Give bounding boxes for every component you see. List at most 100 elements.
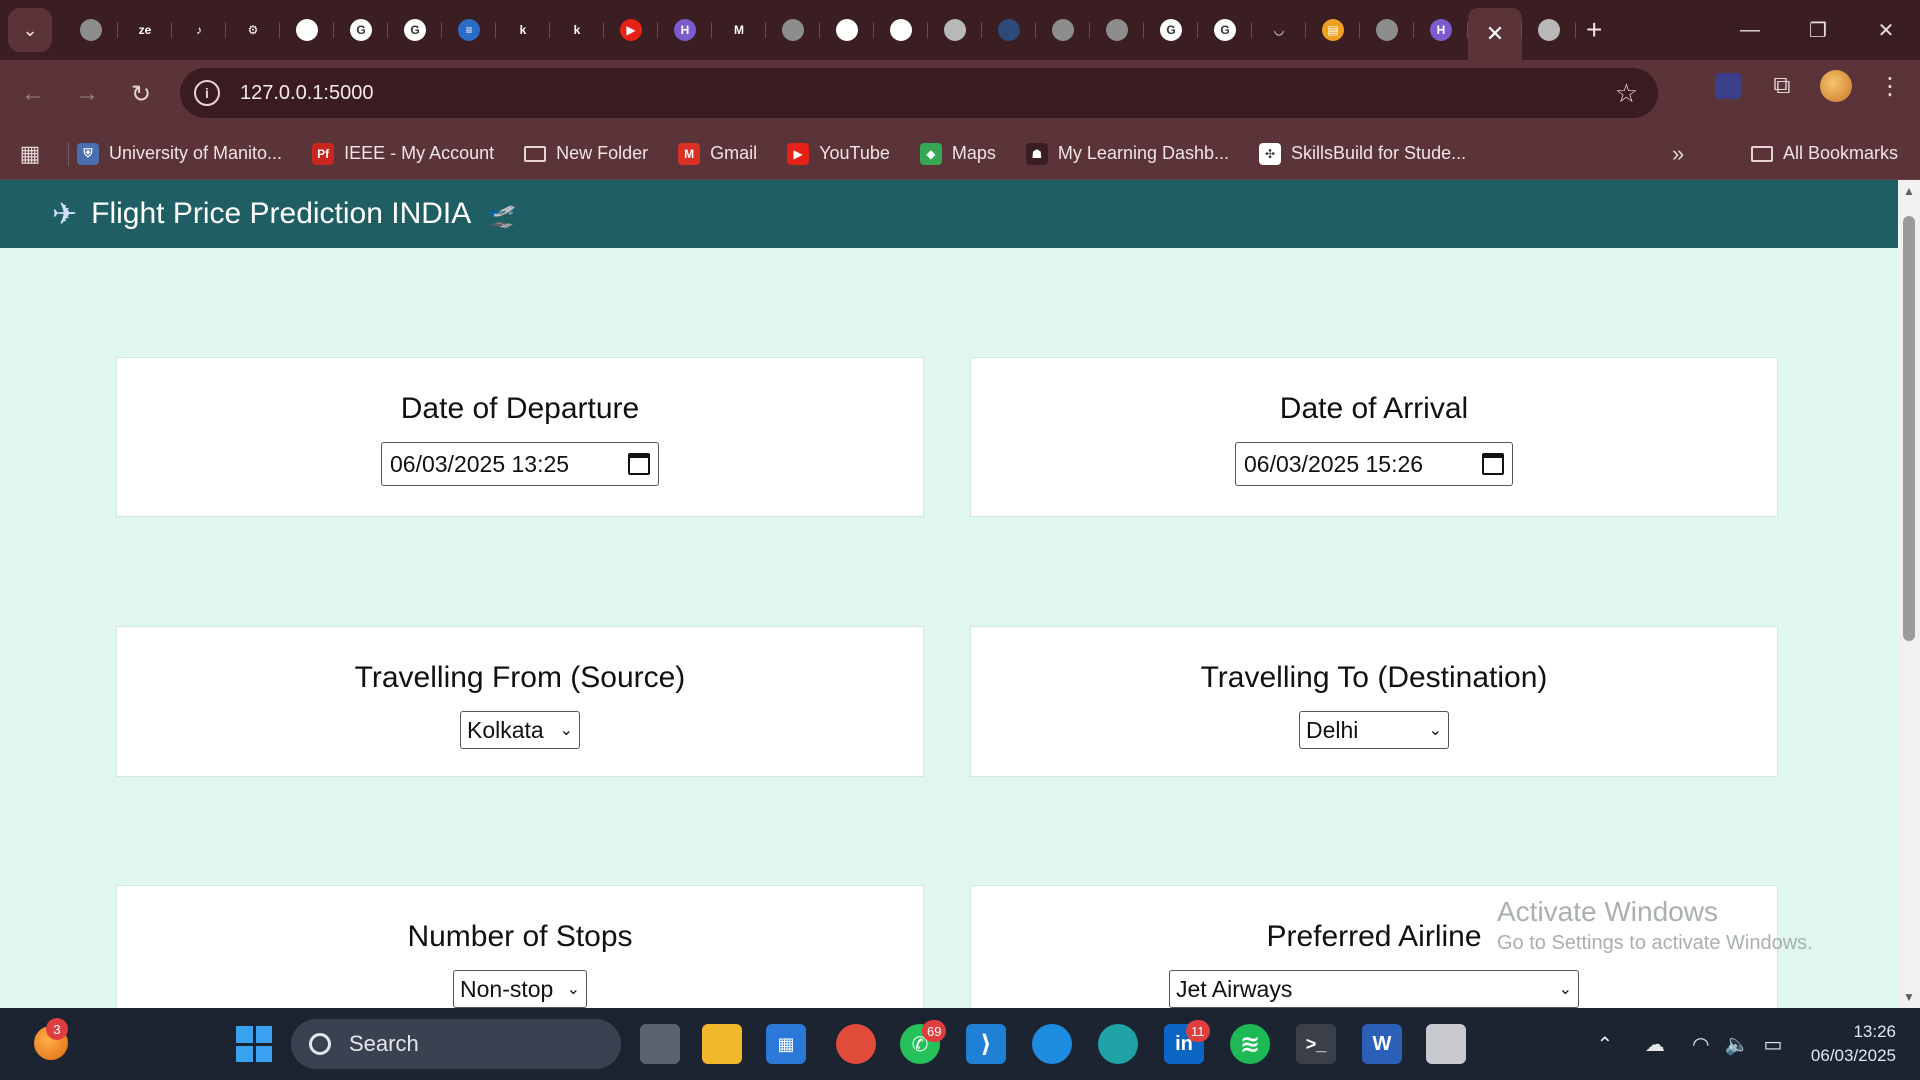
word-icon[interactable]: W xyxy=(1362,1024,1402,1064)
whatsapp-badge: 69 xyxy=(922,1020,947,1042)
scrollbar-thumb[interactable] xyxy=(1903,216,1915,641)
browser-tab[interactable]: ⚙ xyxy=(226,8,280,52)
extension-badge-icon[interactable] xyxy=(1712,70,1744,102)
profile-avatar[interactable] xyxy=(1820,70,1852,102)
docker-icon[interactable] xyxy=(1032,1024,1072,1064)
browser-tab[interactable] xyxy=(1360,8,1414,52)
file-explorer-icon[interactable] xyxy=(702,1024,742,1064)
browser-tab[interactable]: G xyxy=(1144,8,1198,52)
departure-datetime-input[interactable]: 06/03/2025 13:25 xyxy=(381,442,659,486)
google-icon: G xyxy=(350,19,372,41)
browser-tab[interactable]: ♪ xyxy=(172,8,226,52)
clock[interactable]: 13:26 06/03/2025 xyxy=(1811,1020,1896,1068)
browser-tab[interactable]: ▤ xyxy=(1306,8,1360,52)
browser-tab[interactable] xyxy=(64,8,118,52)
bookmark-item[interactable]: ▶ YouTube xyxy=(787,142,890,165)
airline-select[interactable]: Jet Airways ⌄ xyxy=(1169,970,1579,1008)
source-card: Travelling From (Source) Kolkata ⌄ xyxy=(116,626,924,777)
reload-button[interactable]: ↻ xyxy=(114,67,168,121)
back-button[interactable]: ← xyxy=(6,67,60,121)
minimize-button[interactable]: — xyxy=(1716,0,1784,60)
source-select[interactable]: Kolkata ⌄ xyxy=(460,711,580,749)
browser-tab[interactable]: k xyxy=(496,8,550,52)
tab-search-button[interactable]: ⌄ xyxy=(8,8,52,52)
address-bar[interactable]: i 127.0.0.1:5000 ☆ xyxy=(180,68,1658,118)
tab-chrome[interactable] xyxy=(1522,8,1576,52)
browser-tab[interactable]: G xyxy=(388,8,442,52)
browser-tab[interactable] xyxy=(928,8,982,52)
start-button[interactable] xyxy=(236,1026,272,1062)
bookmark-item[interactable]: New Folder xyxy=(524,143,648,164)
browser-tab[interactable]: H xyxy=(1414,8,1468,52)
browser-tab[interactable] xyxy=(1036,8,1090,52)
bookmark-item[interactable]: ☗ My Learning Dashb... xyxy=(1025,142,1229,165)
site-info-icon[interactable]: i xyxy=(194,80,220,106)
all-bookmarks-button[interactable]: All Bookmarks xyxy=(1750,143,1898,164)
taskbar-search[interactable]: Search xyxy=(291,1019,621,1069)
browser-tab[interactable]: M xyxy=(712,8,766,52)
restore-button[interactable]: ❐ xyxy=(1784,0,1852,60)
browser-tab[interactable]: ze xyxy=(118,8,172,52)
bookmark-item[interactable]: ◆ Maps xyxy=(919,142,996,165)
browser-tab[interactable]: ◡ xyxy=(1252,8,1306,52)
browser-tab[interactable]: ≡ xyxy=(442,8,496,52)
bookmark-label: SkillsBuild for Stude... xyxy=(1291,143,1467,163)
chevron-up-icon[interactable]: ⌃ xyxy=(1587,1032,1623,1057)
bookmark-item[interactable]: ⛨ University of Manito... xyxy=(77,142,282,165)
new-tab-button[interactable]: + xyxy=(1586,14,1602,46)
bookmark-star-icon[interactable]: ☆ xyxy=(1615,78,1638,109)
snipping-tool-icon[interactable] xyxy=(1426,1024,1466,1064)
wifi-icon[interactable]: ◠ xyxy=(1683,1032,1719,1057)
departure-label: Date of Departure xyxy=(400,392,640,425)
close-tab-icon[interactable]: ✕ xyxy=(1486,21,1504,47)
close-window-button[interactable]: ✕ xyxy=(1852,0,1920,60)
bookmarks-divider xyxy=(68,141,69,166)
watermark-subtitle: Go to Settings to activate Windows. xyxy=(1497,932,1813,954)
chrome-taskbar-icon[interactable] xyxy=(836,1024,876,1064)
stops-select[interactable]: Non-stop ⌄ xyxy=(453,970,587,1008)
browser-tab[interactable]: G xyxy=(334,8,388,52)
browser-tab[interactable] xyxy=(982,8,1036,52)
browser-tab[interactable] xyxy=(874,8,928,52)
browser-tab[interactable] xyxy=(820,8,874,52)
microsoft-store-icon[interactable]: ▦ xyxy=(766,1024,806,1064)
task-view-icon[interactable] xyxy=(640,1024,680,1064)
browser-tab[interactable]: ▶ xyxy=(604,8,658,52)
destination-select[interactable]: Delhi ⌄ xyxy=(1299,711,1449,749)
battery-icon[interactable]: ▭ xyxy=(1755,1032,1791,1057)
calendar-icon[interactable] xyxy=(628,453,650,475)
bookmark-item[interactable]: Pf IEEE - My Account xyxy=(312,142,494,165)
scroll-up-icon[interactable]: ▲ xyxy=(1903,184,1915,198)
h-icon: H xyxy=(1430,19,1452,41)
forward-button[interactable]: → xyxy=(60,67,114,121)
browser-tab[interactable] xyxy=(280,8,334,52)
calendar-icon[interactable] xyxy=(1482,453,1504,475)
apps-grid-icon[interactable]: ▦ xyxy=(0,141,60,167)
extensions-puzzle-icon[interactable]: ⧉ xyxy=(1766,70,1798,102)
bookmark-label: New Folder xyxy=(556,143,649,163)
browser-tab[interactable] xyxy=(1090,8,1144,52)
browser-tab[interactable] xyxy=(766,8,820,52)
spotify-icon[interactable]: ≋ xyxy=(1230,1024,1270,1064)
vscode-icon[interactable]: ⟩ xyxy=(966,1024,1006,1064)
browser-tab[interactable]: G xyxy=(1198,8,1252,52)
destination-value: Delhi xyxy=(1306,716,1359,743)
page-scrollbar[interactable]: ▲ ▼ xyxy=(1898,180,1920,1008)
skillsbuild-icon: ✣ xyxy=(1259,142,1282,165)
scroll-down-icon[interactable]: ▼ xyxy=(1903,990,1915,1004)
more-bookmarks-button[interactable]: » xyxy=(1672,141,1684,167)
bookmark-item[interactable]: M Gmail xyxy=(678,142,757,165)
url-text[interactable]: 127.0.0.1:5000 xyxy=(240,82,373,105)
browser-tab[interactable]: H xyxy=(658,8,712,52)
terminal-icon[interactable]: >_ xyxy=(1296,1024,1336,1064)
onedrive-icon[interactable]: ☁ xyxy=(1637,1032,1673,1057)
volume-icon[interactable]: 🔈 xyxy=(1719,1032,1755,1057)
bookmark-item[interactable]: ✣ SkillsBuild for Stude... xyxy=(1259,142,1467,165)
active-tab[interactable]: ✕ xyxy=(1468,8,1522,60)
edge-icon[interactable] xyxy=(1098,1024,1138,1064)
menu-kebab-icon[interactable]: ⋮ xyxy=(1874,70,1906,102)
folder-icon xyxy=(524,145,547,162)
browser-tab[interactable]: k xyxy=(550,8,604,52)
h-icon: H xyxy=(674,19,696,41)
arrival-datetime-input[interactable]: 06/03/2025 15:26 xyxy=(1235,442,1513,486)
